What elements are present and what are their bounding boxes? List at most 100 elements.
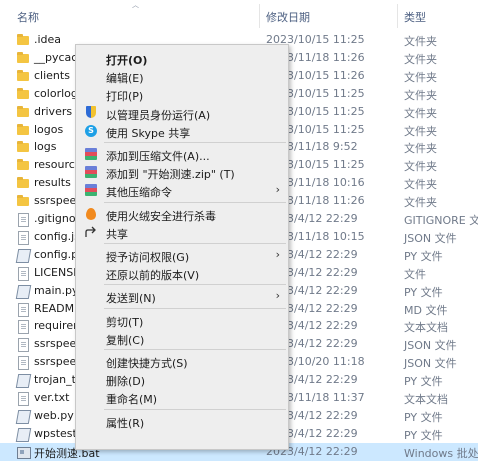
menu-separator bbox=[104, 201, 286, 203]
menu-item[interactable]: 创建快捷方式(S) bbox=[76, 352, 288, 370]
menu-item-label: 打开(O) bbox=[106, 54, 148, 67]
script-icon bbox=[15, 409, 32, 424]
column-header: ︿ 名称 修改日期 类型 bbox=[0, 0, 478, 30]
folder-icon bbox=[16, 87, 30, 101]
folder-icon bbox=[16, 123, 30, 137]
menu-item[interactable]: 剪切(T) bbox=[76, 311, 288, 329]
uac-shield-icon bbox=[84, 105, 98, 120]
archive-icon bbox=[84, 183, 98, 197]
column-divider[interactable] bbox=[259, 4, 260, 28]
menu-item[interactable]: 复制(C) bbox=[76, 329, 288, 347]
file-name[interactable]: ver.txt bbox=[34, 391, 69, 404]
file-type: PY 文件 bbox=[404, 410, 443, 424]
file-name[interactable]: drivers bbox=[34, 105, 72, 118]
menu-item-label: 还原以前的版本(V) bbox=[106, 269, 200, 283]
script-icon bbox=[15, 373, 32, 389]
menu-item-label: 其他压缩命令 bbox=[106, 186, 172, 200]
file-type: PY 文件 bbox=[404, 375, 443, 389]
file-name[interactable]: web.py bbox=[34, 409, 74, 422]
menu-item-label: 创建快捷方式(S) bbox=[106, 357, 188, 370]
menu-item-label: 授予访问权限(G) bbox=[106, 251, 190, 264]
archive-icon bbox=[84, 147, 98, 161]
file-type: 文本文档 bbox=[404, 393, 448, 406]
file-type: 文件夹 bbox=[404, 160, 437, 174]
menu-separator bbox=[104, 307, 286, 309]
file-name[interactable]: main.py bbox=[34, 284, 78, 297]
file-type: 文件夹 bbox=[404, 88, 437, 102]
context-menu: 打开(O) 编辑(E) 打印(P) 以管理员身份运行(A) S 使用 Skype 共享 添加… bbox=[75, 44, 289, 450]
menu-separator bbox=[104, 408, 286, 410]
file-icon bbox=[16, 266, 30, 281]
menu-item[interactable]: 共享 bbox=[76, 223, 288, 241]
file-icon bbox=[16, 230, 30, 245]
file-type: Windows 批处理 bbox=[404, 446, 478, 460]
file-type: 文件 bbox=[404, 267, 426, 281]
column-header-name[interactable]: 名称 bbox=[17, 9, 39, 25]
file-icon bbox=[16, 212, 30, 227]
submenu-arrow-icon: › bbox=[275, 183, 280, 197]
file-type: 文件夹 bbox=[404, 178, 437, 192]
file-type: 文件夹 bbox=[404, 35, 437, 48]
column-header-date[interactable]: 修改日期 bbox=[266, 9, 310, 25]
file-icon bbox=[16, 302, 30, 317]
file-name[interactable]: .idea bbox=[34, 33, 61, 46]
folder-icon bbox=[16, 176, 30, 190]
menu-item[interactable]: 以管理员身份运行(A) bbox=[76, 104, 288, 122]
folder-icon bbox=[16, 158, 30, 172]
menu-item[interactable]: 删除(D) bbox=[76, 370, 288, 388]
file-icon bbox=[16, 319, 30, 335]
menu-item[interactable]: 还原以前的版本(V) bbox=[76, 264, 288, 282]
column-divider[interactable] bbox=[397, 4, 398, 28]
file-icon bbox=[16, 337, 30, 353]
folder-icon bbox=[16, 51, 30, 65]
menu-item-label: 打印(P) bbox=[106, 90, 144, 104]
menu-item[interactable]: 打印(P) bbox=[76, 85, 288, 103]
file-type: 文件夹 bbox=[404, 70, 437, 84]
menu-item-label: 剪切(T) bbox=[106, 315, 144, 329]
file-type: JSON 文件 bbox=[404, 357, 457, 371]
folder-icon bbox=[16, 105, 30, 119]
menu-item[interactable]: S 使用 Skype 共享 bbox=[76, 122, 288, 140]
menu-item[interactable]: 属性(R) bbox=[76, 412, 288, 430]
bat-icon bbox=[16, 445, 31, 459]
file-name[interactable]: logs bbox=[34, 140, 57, 153]
menu-item[interactable]: 发送到(N) › bbox=[76, 287, 288, 305]
file-type: PY 文件 bbox=[404, 249, 443, 263]
column-header-type[interactable]: 类型 bbox=[404, 9, 426, 25]
menu-item-label: 删除(D) bbox=[106, 375, 146, 389]
menu-item[interactable]: 使用火绒安全进行杀毒 bbox=[76, 205, 288, 223]
file-type: 文本文档 bbox=[404, 321, 448, 335]
file-name[interactable]: logos bbox=[34, 123, 63, 136]
menu-item-label: 复制(C) bbox=[106, 333, 145, 347]
menu-item-label: 添加到 "开始测速.zip" (T) bbox=[106, 168, 235, 182]
folder-icon bbox=[16, 33, 30, 47]
file-name[interactable]: results bbox=[34, 176, 71, 189]
menu-item[interactable]: 添加到压缩文件(A)... bbox=[76, 145, 288, 163]
script-icon bbox=[15, 284, 32, 299]
menu-item[interactable]: 打开(O) bbox=[76, 49, 288, 67]
file-icon bbox=[16, 355, 30, 371]
file-type: MD 文件 bbox=[404, 303, 448, 317]
menu-item[interactable]: 其他压缩命令 › bbox=[76, 181, 288, 199]
script-icon bbox=[15, 248, 32, 263]
menu-item-label: 以管理员身份运行(A) bbox=[106, 108, 211, 122]
file-type: PY 文件 bbox=[404, 285, 443, 299]
menu-item[interactable]: 添加到 "开始测速.zip" (T) bbox=[76, 163, 288, 181]
huorong-icon bbox=[84, 207, 98, 221]
menu-item-label: 发送到(N) bbox=[106, 292, 156, 306]
file-name[interactable]: LICENSE bbox=[34, 266, 80, 279]
folder-icon bbox=[16, 69, 30, 83]
submenu-arrow-icon: › bbox=[275, 248, 280, 261]
file-type: 文件夹 bbox=[404, 52, 437, 66]
file-name[interactable]: colorlog bbox=[34, 87, 78, 100]
file-name[interactable]: clients bbox=[34, 69, 70, 82]
menu-item-label: 使用火绒安全进行杀毒 bbox=[106, 209, 216, 223]
menu-item[interactable]: 重命名(M) bbox=[76, 388, 288, 406]
file-type: JSON 文件 bbox=[404, 231, 457, 245]
archive-icon bbox=[84, 165, 98, 179]
folder-icon bbox=[16, 140, 30, 154]
folder-icon bbox=[16, 194, 30, 208]
menu-item[interactable]: 编辑(E) bbox=[76, 67, 288, 85]
script-icon bbox=[15, 427, 32, 442]
menu-item[interactable]: 授予访问权限(G) › bbox=[76, 246, 288, 264]
